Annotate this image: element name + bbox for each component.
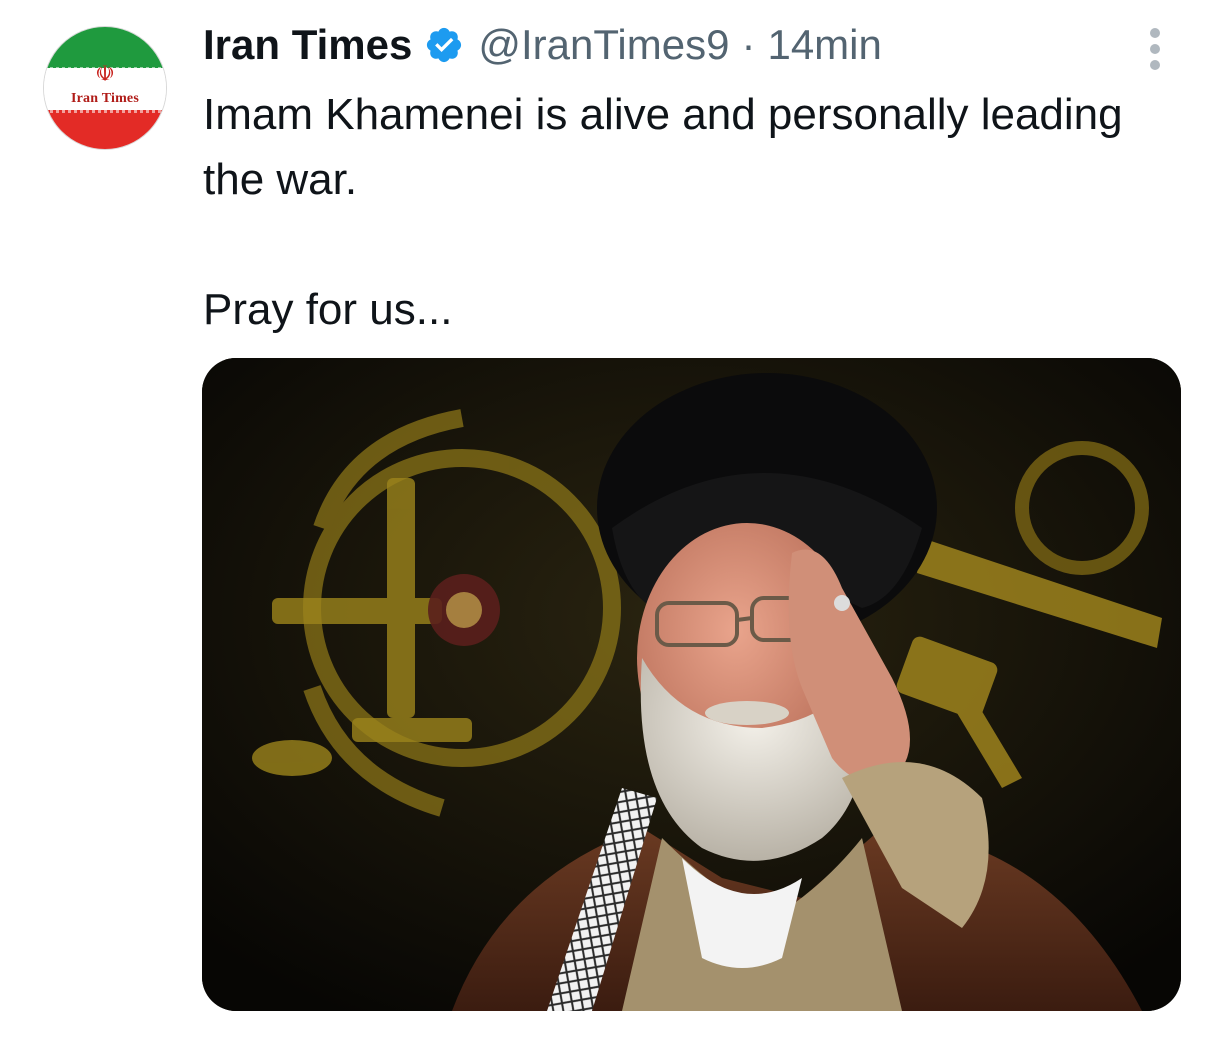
tweet-text: Imam Khamenei is alive and personally le… (203, 82, 1163, 342)
avatar-band-bottom (44, 107, 166, 113)
header-separator: · (741, 21, 756, 68)
more-options-icon[interactable] (1140, 26, 1170, 72)
tweet-text-line-2: Pray for us... (203, 285, 453, 334)
verified-badge-icon (427, 27, 462, 63)
media-illustration (202, 358, 1181, 1011)
tweet-media-image[interactable] (202, 358, 1181, 1011)
tweet-text-spacer (203, 212, 1163, 277)
avatar-emblem-icon: ☫ (95, 62, 115, 87)
author-avatar[interactable]: ☫ Iran Times (44, 27, 166, 149)
author-display-name[interactable]: Iran Times (203, 21, 412, 69)
tweet-timestamp[interactable]: 14min (767, 21, 881, 69)
avatar-flag-red (44, 109, 166, 149)
tweet-header: Iran Times @IranTimes9 · 14min (203, 18, 882, 72)
avatar-logo-text: Iran Times (71, 91, 139, 106)
tweet-card[interactable]: ☫ Iran Times Iran Times @IranTimes9 · 14… (0, 0, 1220, 1044)
tweet-text-line-1: Imam Khamenei is alive and personally le… (203, 90, 1123, 204)
author-handle[interactable]: @IranTimes9 (478, 21, 729, 69)
